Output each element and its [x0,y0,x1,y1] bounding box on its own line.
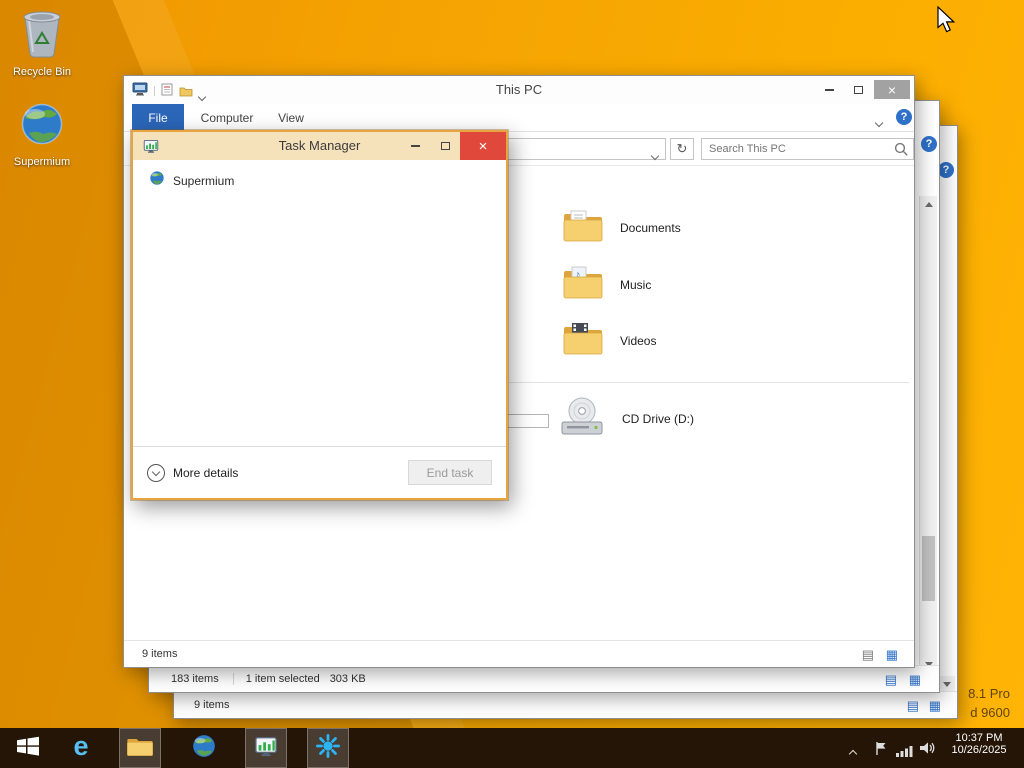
close-button[interactable]: × [874,80,910,99]
view-grid-icon[interactable]: ▦ [886,648,898,661]
documents-folder-icon [562,208,604,249]
items-count: 9 items [142,648,178,660]
supermium-icon [191,733,217,764]
view-list-icon[interactable]: ▤ [862,648,874,661]
internet-explorer-icon: e [73,730,89,761]
refresh-button[interactable]: ↻ [670,138,694,160]
action-center-flag-icon[interactable] [874,741,888,761]
network-icon[interactable] [896,744,913,762]
chevron-down-circle-icon [147,463,165,482]
recycle-bin-label: Recycle Bin [12,66,72,78]
more-details-label: More details [173,465,239,480]
sun-icon [316,733,340,763]
search-icon[interactable] [894,142,909,162]
search-input[interactable] [702,139,913,159]
tray-expand-icon[interactable] [848,744,858,762]
taskmanager-titlebar[interactable]: Task Manager × [133,132,506,160]
help-icon[interactable]: ? [938,162,954,178]
process-list: Supermium [133,160,506,446]
close-button[interactable]: × [460,132,506,160]
explorer-titlebar[interactable]: This PC × [124,76,914,104]
supermium-icon [19,100,65,153]
items-count: 9 items [194,699,230,711]
view-grid-icon[interactable]: ▦ [929,699,941,712]
bg-window-a-statusbar: 183 items 1 item selected 303 KB ▤ ▦ [149,665,939,692]
explorer-item-cd-drive[interactable]: CD Drive (D:) [558,395,694,443]
taskbar-item-sun-app[interactable] [307,728,349,768]
search-box [701,138,914,160]
clock-date: 10/26/2025 [951,744,1007,756]
items-count: 183 items [171,673,219,685]
scroll-up-button[interactable] [920,196,937,213]
minimize-button[interactable] [400,132,430,160]
windows-logo-icon [16,735,40,762]
bg-window-b-statusbar: 9 items ▤ ▦ [174,691,957,718]
taskbar-item-file-explorer[interactable] [119,728,161,768]
selected-count: 1 item selected [232,673,320,685]
maximize-button[interactable] [430,132,460,160]
tab-view[interactable]: View [268,104,314,131]
help-button[interactable]: ? [896,109,912,125]
clock-time: 10:37 PM [955,732,1003,744]
scrollbar-thumb[interactable] [922,536,935,601]
recycle-bin-shortcut[interactable]: Recycle Bin [2,6,82,78]
minimize-button[interactable] [816,80,842,99]
view-grid-icon[interactable]: ▦ [909,673,921,686]
taskbar-clock[interactable]: 10:37 PM 10/26/2025 [942,732,1016,756]
supermium-shortcut[interactable]: Supermium [2,100,82,168]
taskbar: e 10:37 PM 10/26/2025 [0,728,1024,768]
taskmanager-footer: More details End task [133,446,506,498]
taskbar-item-task-manager[interactable] [245,728,287,768]
explorer-item-label: Documents [620,221,681,235]
ribbon-tabs: File Computer View ? [124,104,914,132]
volume-icon[interactable] [919,741,937,760]
explorer-item-label: CD Drive (D:) [622,412,694,426]
start-button[interactable] [4,728,52,768]
videos-folder-icon [562,321,604,362]
view-list-icon[interactable]: ▤ [885,673,897,686]
window-title: This PC [495,82,543,97]
process-row[interactable]: Supermium [133,160,506,191]
scrollbar[interactable] [919,196,937,673]
explorer-statusbar: 9 items ▤ ▦ [124,640,914,667]
more-details-toggle[interactable]: More details [147,463,239,482]
breadcrumb-dropdown-icon[interactable] [650,146,660,164]
mouse-cursor [936,5,956,39]
taskbar-item-internet-explorer[interactable]: e [60,728,102,768]
taskmanager-window: Task Manager × Supermium More details En… [131,130,508,500]
explorer-item-label: Music [620,278,652,292]
tab-computer[interactable]: Computer [196,104,258,131]
folder-icon [126,735,154,762]
explorer-item-videos[interactable]: Videos [562,317,656,365]
task-manager-icon [254,734,278,763]
explorer-item-documents[interactable]: Documents [562,204,681,252]
music-folder-icon: ♪ [562,265,604,306]
desktop: Recycle Bin Supermium 8.1 Pro d 9600 ? 9… [0,0,1024,768]
supermium-process-icon [149,170,165,191]
help-icon[interactable]: ? [921,136,937,152]
view-list-icon[interactable]: ▤ [907,699,919,712]
end-task-button[interactable]: End task [408,460,492,485]
group-separator [509,382,909,383]
windows-watermark: 8.1 Pro d 9600 [968,684,1010,722]
supermium-label: Supermium [13,156,71,168]
watermark-line-1: 8.1 Pro [968,686,1010,701]
recycle-bin-icon [19,6,65,63]
selection-size: 303 KB [329,673,366,685]
watermark-line-2: d 9600 [970,705,1010,720]
cd-drive-icon [558,396,606,443]
explorer-item-label: Videos [620,334,657,348]
explorer-item-music[interactable]: ♪ Music [562,261,651,309]
taskbar-item-supermium[interactable] [183,728,225,768]
process-name: Supermium [173,173,235,188]
maximize-button[interactable] [845,80,871,99]
ribbon-expand-icon[interactable] [874,113,884,131]
tab-file[interactable]: File [132,104,184,131]
